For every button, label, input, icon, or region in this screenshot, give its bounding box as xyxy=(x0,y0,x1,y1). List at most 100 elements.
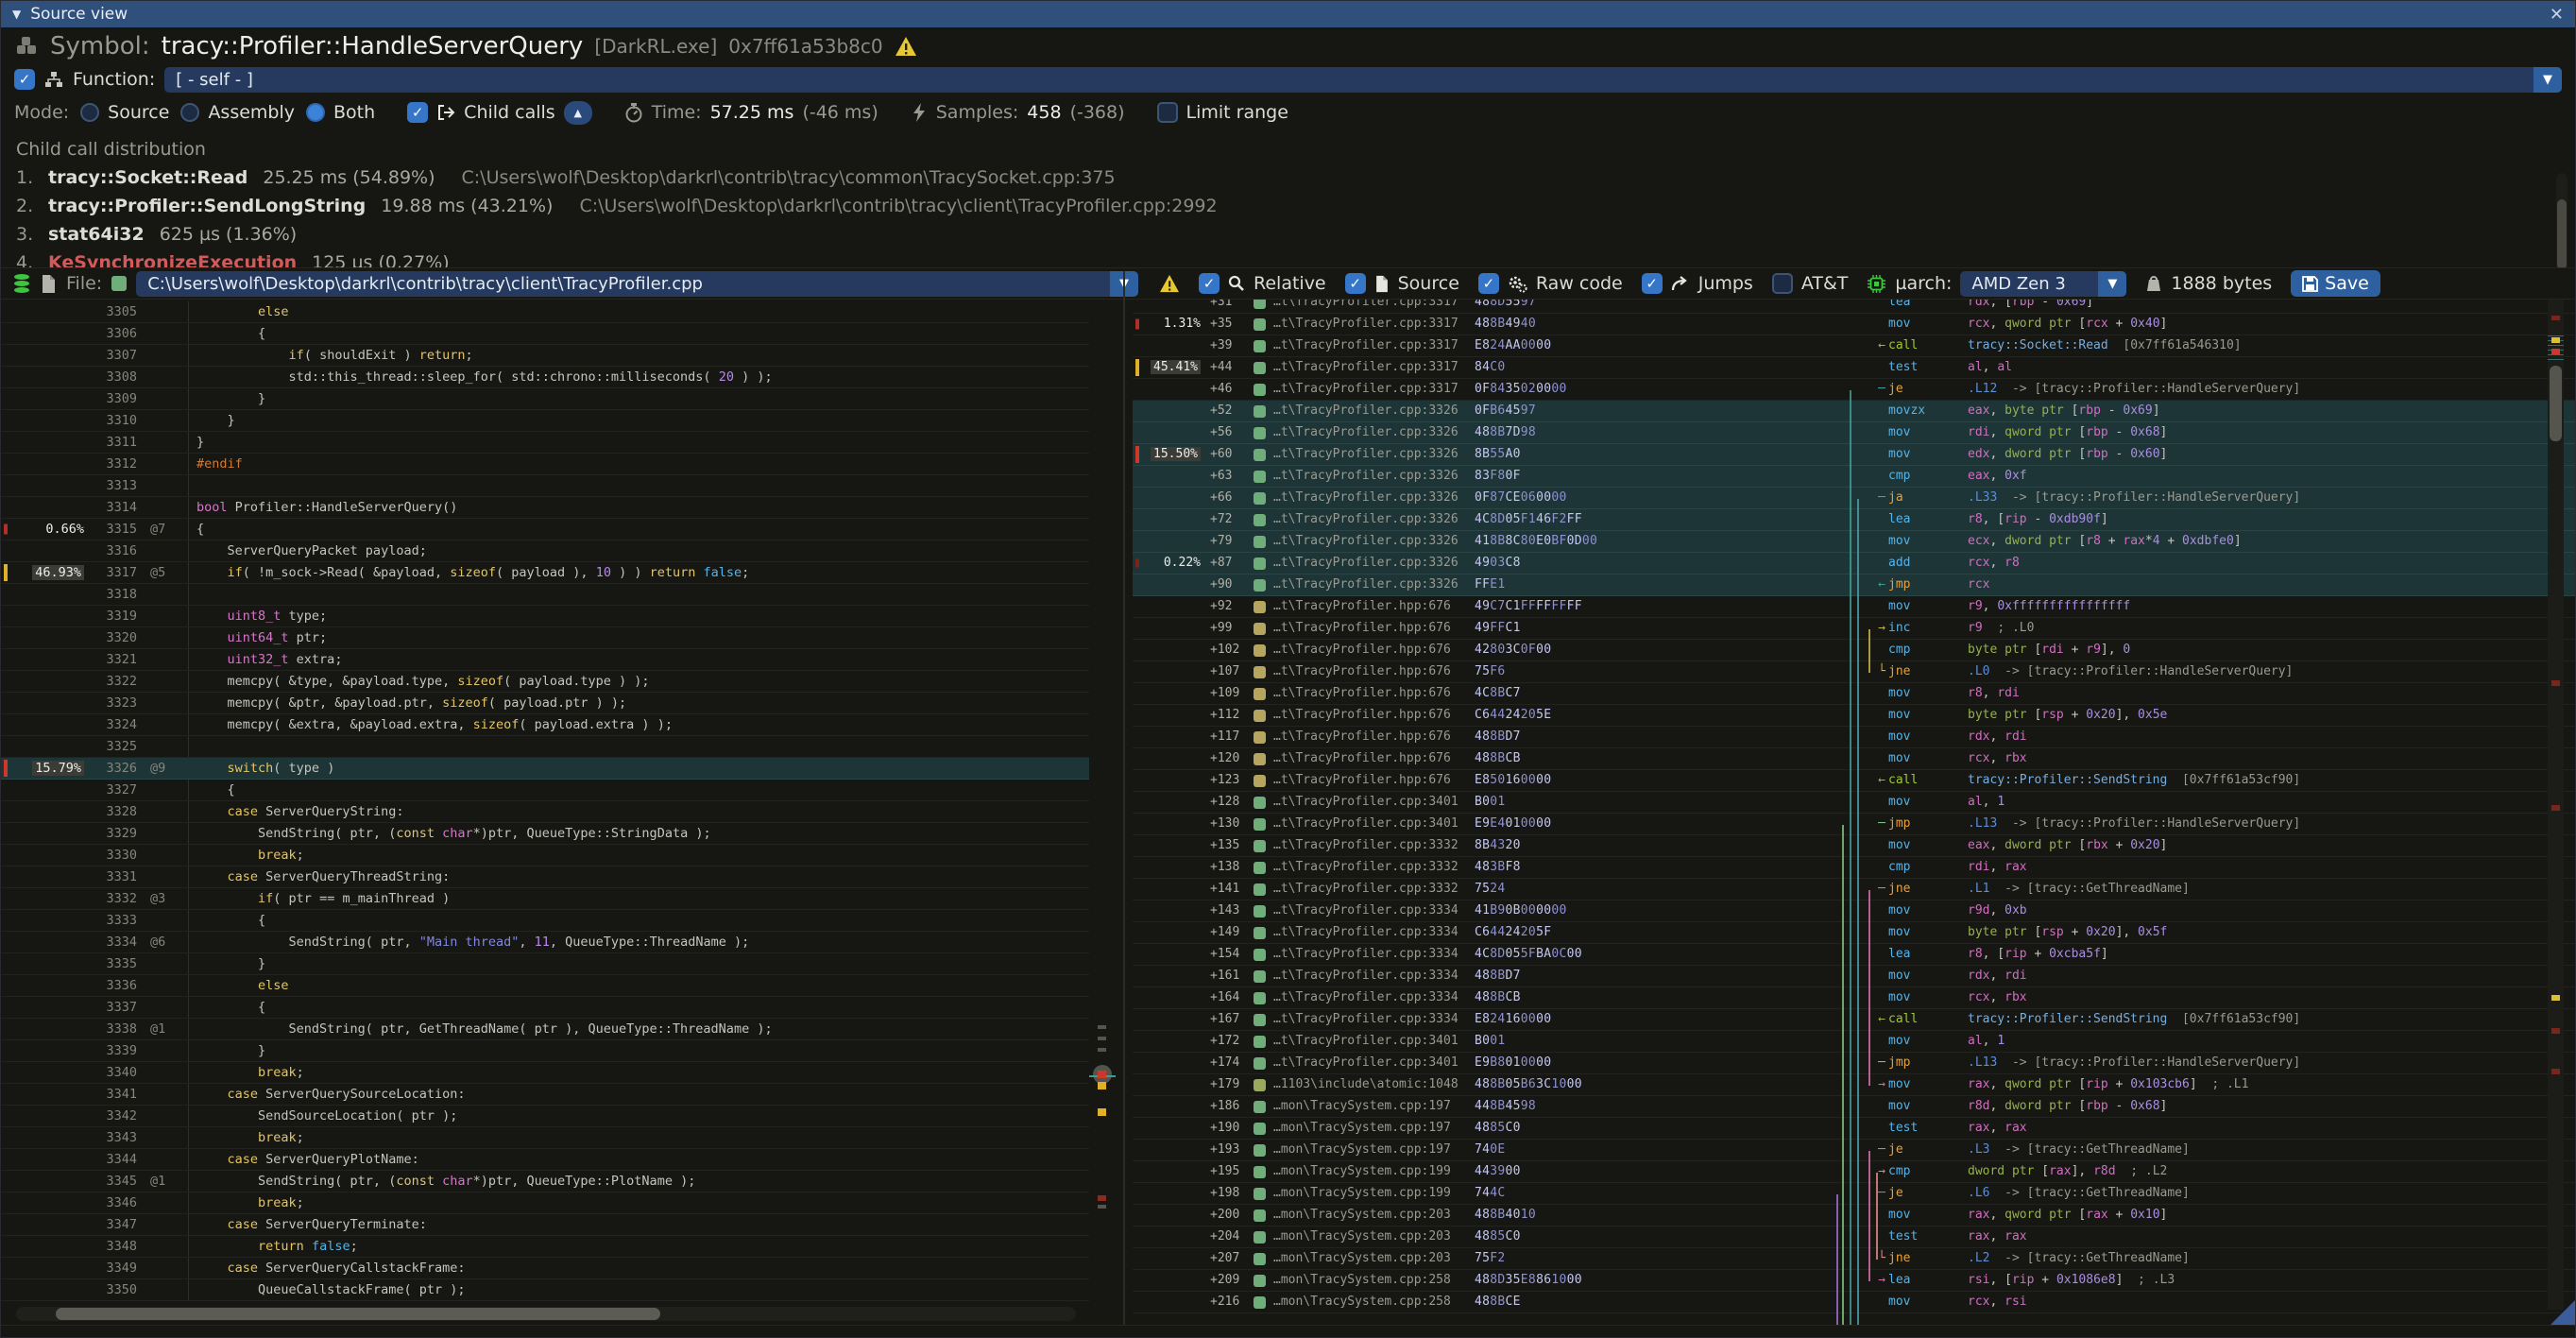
scrollbar-thumb[interactable] xyxy=(2557,199,2567,267)
source-line[interactable]: 3330 break; xyxy=(1,845,1089,866)
source-line[interactable]: 3313 xyxy=(1,475,1089,497)
source-line[interactable]: 3307 if( shouldExit ) return; xyxy=(1,345,1089,367)
source-line[interactable]: 3323 memcpy( &ptr, &payload.ptr, sizeof(… xyxy=(1,693,1089,714)
asm-row[interactable]: +141…t\TracyProfiler.cpp:33327524─jne.L1… xyxy=(1133,879,2575,901)
asm-row[interactable]: +143…t\TracyProfiler.cpp:333441B90B00000… xyxy=(1133,901,2575,922)
child-calls-scrollbar[interactable] xyxy=(2556,173,2567,267)
assembly-vscrollbar[interactable] xyxy=(2548,300,2564,1310)
asm-row[interactable]: +56…t\TracyProfiler.cpp:3326488B7D98movr… xyxy=(1133,422,2575,444)
radio-icon[interactable] xyxy=(80,103,99,122)
asm-row[interactable]: +92…t\TracyProfiler.hpp:67649C7C1FFFFFFF… xyxy=(1133,596,2575,618)
source-line[interactable]: 3305 else xyxy=(1,301,1089,323)
source-line[interactable]: 3328 case ServerQueryString: xyxy=(1,801,1089,823)
asm-row[interactable]: 0.22%+87…t\TracyProfiler.cpp:33264903C8a… xyxy=(1133,553,2575,575)
asm-row[interactable]: +164…t\TracyProfiler.cpp:3334488BCBmovrc… xyxy=(1133,987,2575,1009)
asm-row[interactable]: +161…t\TracyProfiler.cpp:3334488BD7movrd… xyxy=(1133,966,2575,987)
att-checkbox[interactable]: ✓ xyxy=(1772,273,1793,294)
source-line[interactable]: 3309 } xyxy=(1,388,1089,410)
source-line[interactable]: 3335 } xyxy=(1,953,1089,975)
radio-icon[interactable] xyxy=(180,103,199,122)
source-line[interactable]: 3349 case ServerQueryCallstackFrame: xyxy=(1,1258,1089,1279)
asm-row[interactable]: +167…t\TracyProfiler.cpp:3334E824160000←… xyxy=(1133,1009,2575,1031)
asm-row[interactable]: +154…t\TracyProfiler.cpp:33344C8D055FBA0… xyxy=(1133,944,2575,966)
source-line[interactable]: 3321 uint32_t extra; xyxy=(1,649,1089,671)
source-line[interactable]: 3331 case ServerQueryThreadString: xyxy=(1,866,1089,888)
resize-grip-icon[interactable] xyxy=(2550,1300,2575,1325)
source-line[interactable]: 3308 std::this_thread::sleep_for( std::c… xyxy=(1,367,1089,388)
source-line[interactable]: 3320 uint64_t ptr; xyxy=(1,627,1089,649)
source-line[interactable]: 3337 { xyxy=(1,997,1089,1019)
source-line[interactable]: 3327 { xyxy=(1,780,1089,801)
asm-row[interactable]: +174…t\TracyProfiler.cpp:3401E9B8010000─… xyxy=(1133,1053,2575,1074)
source-line[interactable]: 3342 SendSourceLocation( ptr ); xyxy=(1,1106,1089,1127)
source-line[interactable]: 3336 else xyxy=(1,975,1089,997)
function-select[interactable]: [ - self - ] ▼ xyxy=(164,67,2562,93)
source-line[interactable]: 3310 } xyxy=(1,410,1089,432)
asm-row[interactable]: +72…t\TracyProfiler.cpp:33264C8D05F146F2… xyxy=(1133,509,2575,531)
scrollbar-thumb[interactable] xyxy=(56,1308,660,1320)
source-line[interactable]: 3314bool Profiler::HandleServerQuery() xyxy=(1,497,1089,519)
source-line[interactable]: 3332@3 if( ptr == m_mainThread ) xyxy=(1,888,1089,910)
source-line[interactable]: 3341 case ServerQuerySourceLocation: xyxy=(1,1084,1089,1106)
source-line[interactable]: 3325 xyxy=(1,736,1089,758)
child-calls-collapse-button[interactable]: ▲ xyxy=(564,101,592,125)
raw-code-toggle[interactable]: ✓ Raw code xyxy=(1478,273,1623,294)
scrollbar-thumb[interactable] xyxy=(2550,366,2562,441)
source-line[interactable]: 3319 uint8_t type; xyxy=(1,606,1089,627)
asm-row[interactable]: +112…t\TracyProfiler.hpp:676C64424205Emo… xyxy=(1133,705,2575,727)
asm-row[interactable]: +135…t\TracyProfiler.cpp:33328B4320movea… xyxy=(1133,835,2575,857)
source-line[interactable]: 15.79%3326@9 switch( type ) xyxy=(1,758,1089,780)
collapse-icon[interactable]: ▼ xyxy=(12,8,21,21)
titlebar[interactable]: ▼ Source view ✕ xyxy=(1,1,2575,27)
asm-row[interactable]: +102…t\TracyProfiler.hpp:67642803C0F00cm… xyxy=(1133,640,2575,661)
relative-checkbox[interactable]: ✓ xyxy=(1199,273,1220,294)
source-line[interactable]: 3348 return false; xyxy=(1,1236,1089,1258)
chevron-down-icon[interactable]: ▼ xyxy=(2098,271,2126,297)
source-line[interactable]: 3344 case ServerQueryPlotName: xyxy=(1,1149,1089,1171)
file-select[interactable]: C:\Users\wolf\Desktop\darkrl\contrib\tra… xyxy=(136,271,1138,297)
radio-assembly[interactable]: Assembly xyxy=(180,102,295,123)
source-line[interactable]: 3339 } xyxy=(1,1040,1089,1062)
jumps-toggle[interactable]: ✓ Jumps xyxy=(1642,273,1753,294)
source-checkbox[interactable]: ✓ xyxy=(1345,273,1366,294)
asm-row[interactable]: +46…t\TracyProfiler.cpp:33170F8435020000… xyxy=(1133,379,2575,401)
asm-row[interactable]: +31…t\TracyProfiler.cpp:3317488D5597lear… xyxy=(1133,300,2575,314)
source-line[interactable]: 3345@1 SendString( ptr, (const char*)ptr… xyxy=(1,1171,1089,1192)
uarch-select[interactable]: AMD Zen 3 ▼ xyxy=(1960,271,2126,297)
function-checkbox[interactable]: ✓ xyxy=(14,69,35,90)
asm-row[interactable]: +52…t\TracyProfiler.cpp:33260FB64597movz… xyxy=(1133,401,2575,422)
chevron-down-icon[interactable]: ▼ xyxy=(2533,67,2562,93)
source-line[interactable]: 3347 case ServerQueryTerminate: xyxy=(1,1214,1089,1236)
asm-row[interactable]: +128…t\TracyProfiler.cpp:3401B001moval, … xyxy=(1133,792,2575,814)
source-line[interactable]: 3343 break; xyxy=(1,1127,1089,1149)
asm-row[interactable]: +63…t\TracyProfiler.cpp:332683F80Fcmpeax… xyxy=(1133,466,2575,488)
asm-row[interactable]: +99…t\TracyProfiler.hpp:67649FFC1→incr9 … xyxy=(1133,618,2575,640)
radio-source[interactable]: Source xyxy=(80,102,169,123)
child-call-item[interactable]: 1.tracy::Socket::Read25.25 ms (54.89%)C:… xyxy=(16,163,2560,192)
source-vscrollbar[interactable] xyxy=(1089,300,1116,1325)
radio-both[interactable]: Both xyxy=(306,102,375,123)
source-line[interactable]: 3350 QueueCallstackFrame( ptr ); xyxy=(1,1279,1089,1301)
source-line[interactable]: 0.66%3315@7{ xyxy=(1,519,1089,540)
asm-row[interactable]: +216…mon\TracySystem.cpp:258488BCEmovrcx… xyxy=(1133,1292,2575,1313)
source-line[interactable]: 3329 SendString( ptr, (const char*)ptr, … xyxy=(1,823,1089,845)
source-line[interactable]: 3338@1 SendString( ptr, GetThreadName( p… xyxy=(1,1019,1089,1040)
asm-row[interactable]: +190…mon\TracySystem.cpp:1974885C0testra… xyxy=(1133,1118,2575,1140)
source-line[interactable]: 3306 { xyxy=(1,323,1089,345)
child-calls-checkbox[interactable]: ✓ xyxy=(407,102,428,123)
asm-row[interactable]: +66…t\TracyProfiler.cpp:33260F87CE060000… xyxy=(1133,488,2575,509)
asm-row[interactable]: +39…t\TracyProfiler.cpp:3317E824AA0000←c… xyxy=(1133,335,2575,357)
asm-row[interactable]: 1.31%+35…t\TracyProfiler.cpp:3317488B494… xyxy=(1133,314,2575,335)
source-line[interactable]: 3324 memcpy( &extra, &payload.extra, siz… xyxy=(1,714,1089,736)
raw-code-checkbox[interactable]: ✓ xyxy=(1478,273,1499,294)
asm-row[interactable]: 45.41%+44…t\TracyProfiler.cpp:331784C0te… xyxy=(1133,357,2575,379)
close-icon[interactable]: ✕ xyxy=(2550,5,2564,25)
source-line[interactable]: 46.93%3317@5 if( !m_sock->Read( &payload… xyxy=(1,562,1089,584)
source-line[interactable]: 3322 memcpy( &type, &payload.type, sizeo… xyxy=(1,671,1089,693)
source-line[interactable]: 3334@6 SendString( ptr, "Main thread", 1… xyxy=(1,932,1089,953)
source-line[interactable]: 3311} xyxy=(1,432,1089,454)
asm-row[interactable]: +179…1103\include\atomic:1048488B05B63C1… xyxy=(1133,1074,2575,1096)
save-button[interactable]: Save xyxy=(2291,270,2380,297)
limit-range-toggle[interactable]: ✓ Limit range xyxy=(1157,102,1288,123)
asm-row[interactable]: 15.50%+60…t\TracyProfiler.cpp:33268B55A0… xyxy=(1133,444,2575,466)
